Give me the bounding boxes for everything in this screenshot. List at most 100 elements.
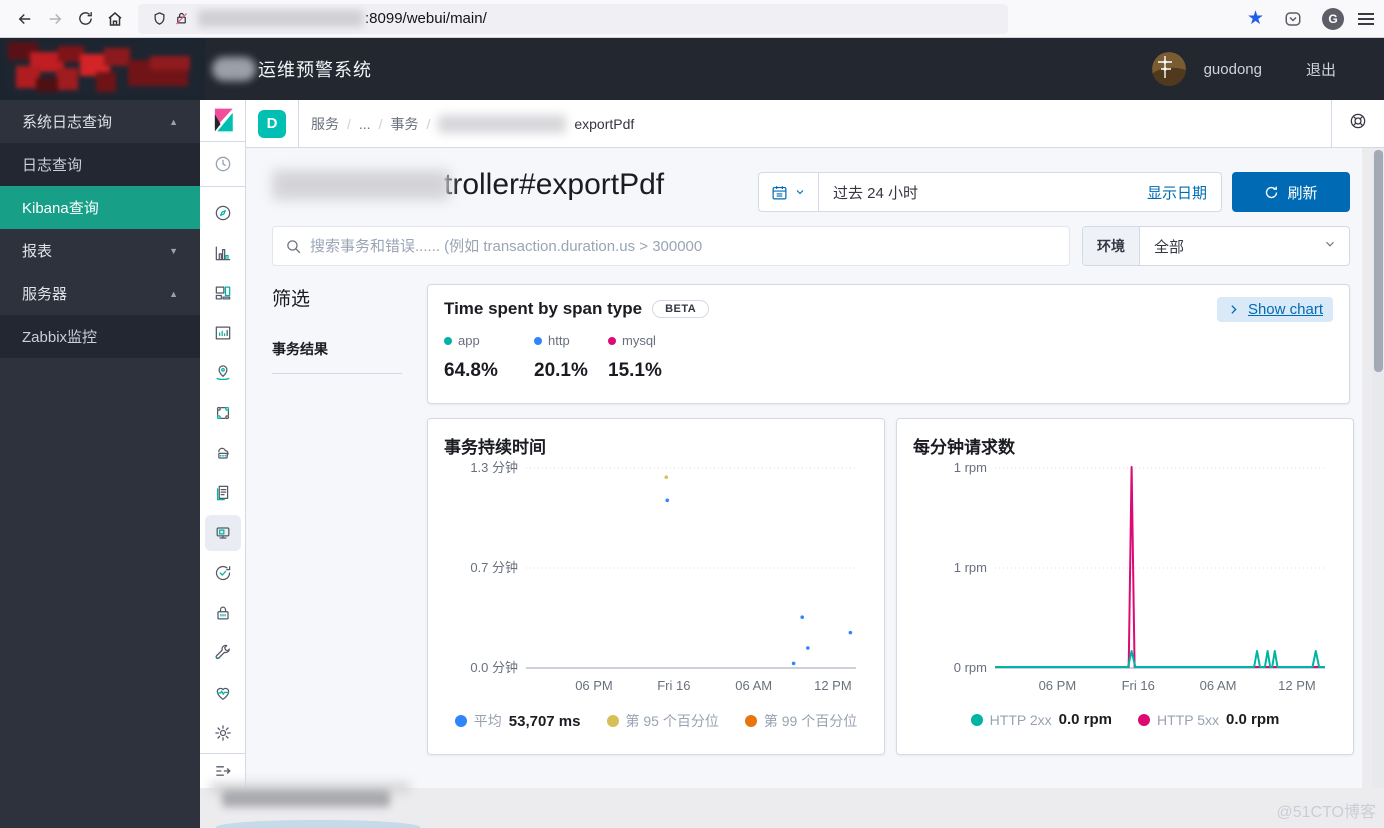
chevron-down-icon	[1323, 237, 1337, 256]
breadcrumb-item[interactable]: ...	[359, 116, 371, 132]
duration-chart-panel: 事务持续时间 1.3 分钟 0.7 分钟 0.0 分钟 06 PM Fri 16 06 A…	[427, 418, 885, 755]
sidebar-item-Kibana查询[interactable]: Kibana查询	[0, 186, 200, 229]
time-range-value: 过去 24 小时	[833, 184, 919, 202]
svg-text:Fri 16: Fri 16	[657, 678, 690, 693]
recently-viewed-icon[interactable]	[200, 142, 245, 188]
search-input[interactable]	[310, 237, 1057, 255]
breadcrumb-item[interactable]: 事务	[390, 114, 418, 134]
shield-icon[interactable]	[148, 4, 170, 34]
blurred-status-text	[222, 790, 390, 807]
svg-text:12 PM: 12 PM	[814, 678, 852, 693]
infrastructure-icon[interactable]	[205, 435, 241, 471]
legend-dot-icon	[1138, 713, 1150, 726]
svg-text:06 PM: 06 PM	[1039, 678, 1077, 693]
span-legend-item[interactable]: mysql	[608, 333, 698, 348]
duration-chart-title: 事务持续时间	[444, 438, 546, 457]
svg-text:0.7 分钟: 0.7 分钟	[470, 560, 518, 575]
machine-learning-icon[interactable]	[205, 395, 241, 431]
scrollbar[interactable]	[1372, 150, 1384, 788]
pocket-icon[interactable]	[1278, 4, 1308, 34]
logs-icon[interactable]	[205, 475, 241, 511]
svg-text:06 PM: 06 PM	[575, 678, 613, 693]
duration-chart-canvas[interactable]: 1.3 分钟 0.7 分钟 0.0 分钟 06 PM Fri 16 06 AM 12 PM	[444, 458, 868, 709]
blurred-host	[198, 10, 363, 27]
home-icon[interactable]	[100, 4, 130, 34]
browser-account-avatar[interactable]: G	[1322, 7, 1344, 30]
chart-legend-item[interactable]: 平均 53,707 ms	[454, 711, 581, 731]
chart-legend-item[interactable]: 第 99 个百分位	[744, 711, 857, 731]
maps-icon[interactable]	[205, 355, 241, 391]
compass-icon[interactable]	[205, 195, 241, 231]
sidebar-item-系统日志查询[interactable]: 系统日志查询 ▲	[0, 100, 200, 143]
rpm-chart-canvas[interactable]: 1 rpm 1 rpm 0 rpm 06 PM Fri 16 06 AM 12 PM	[913, 458, 1337, 709]
footer-strip: @51CTO博客	[200, 782, 1384, 828]
show-dates-link[interactable]: 显示日期	[1147, 182, 1221, 203]
uptime-icon[interactable]	[205, 555, 241, 591]
svg-text:06 AM: 06 AM	[1200, 678, 1237, 693]
breadcrumb-separator: /	[347, 115, 351, 132]
footer-shape	[216, 820, 420, 828]
url-text: :8099/webui/main/	[365, 10, 487, 27]
siem-icon[interactable]	[205, 595, 241, 631]
help-icon[interactable]	[1348, 111, 1368, 136]
user-avatar[interactable]	[1151, 52, 1186, 86]
breadcrumb-item[interactable]: 服务	[311, 114, 339, 134]
span-legend-item[interactable]: http	[534, 333, 608, 348]
sidebar-item-label: 日志查询	[22, 157, 83, 174]
legend-dot-icon	[970, 713, 983, 726]
svg-text:06 AM: 06 AM	[735, 678, 772, 693]
refresh-button[interactable]: 刷新	[1232, 172, 1350, 212]
browser-toolbar: :8099/webui/main/ ★ G	[0, 0, 1384, 38]
sidebar-item-Zabbix监控[interactable]: Zabbix监控	[0, 315, 200, 358]
blurred-title-prefix	[212, 57, 256, 81]
blurred-logo	[0, 38, 205, 100]
sidebar-item-日志查询[interactable]: 日志查询	[0, 143, 200, 186]
space-badge[interactable]: D	[258, 109, 286, 138]
kibana-logo-icon[interactable]	[200, 100, 245, 142]
divider	[1331, 99, 1332, 148]
sidebar-item-服务器[interactable]: 服务器 ▲	[0, 272, 200, 315]
time-picker[interactable]: 过去 24 小时 显示日期	[758, 172, 1222, 212]
url-bar[interactable]: :8099/webui/main/	[138, 3, 1008, 34]
dashboard-icon[interactable]	[205, 275, 241, 311]
legend-dot-icon	[606, 715, 619, 727]
app-title: 运维预警系统	[258, 60, 372, 80]
settings-icon[interactable]	[205, 715, 241, 751]
back-icon[interactable]	[10, 4, 40, 34]
chevron-up-icon: ▲	[169, 116, 178, 127]
legend-dot-icon	[534, 336, 542, 345]
sidebar-item-报表[interactable]: 报表 ▼	[0, 229, 200, 272]
filters-section-label: 事务结果	[272, 341, 328, 357]
dev-tools-icon[interactable]	[205, 635, 241, 671]
forward-icon[interactable]	[40, 4, 70, 34]
monitoring-icon[interactable]	[205, 675, 241, 711]
span-value-http: 20.1%	[534, 360, 588, 381]
calendar-icon[interactable]	[759, 173, 819, 211]
show-chart-link[interactable]: Show chart	[1216, 297, 1333, 322]
canvas-icon[interactable]	[205, 315, 241, 351]
chart-legend-item[interactable]: HTTP 2xx 0.0 rpm	[970, 711, 1112, 728]
divider	[298, 99, 299, 148]
sidebar-item-label: 系统日志查询	[22, 114, 113, 131]
chart-legend-item[interactable]: 第 95 个百分位	[606, 711, 719, 731]
insecure-lock-icon[interactable]	[170, 4, 192, 34]
filters-sidebar: 筛选 事务结果	[272, 284, 427, 755]
span-legend-item[interactable]: app	[444, 333, 534, 348]
chart-legend-item[interactable]: HTTP 5xx 0.0 rpm	[1138, 711, 1279, 728]
svg-text:12 PM: 12 PM	[1278, 678, 1316, 693]
divider	[272, 373, 402, 374]
bar-chart-icon[interactable]	[205, 235, 241, 271]
menu-icon[interactable]	[1358, 10, 1374, 28]
bookmark-star-icon[interactable]: ★	[1247, 7, 1264, 30]
legend-dot-icon	[744, 715, 757, 727]
chevron-down-icon	[796, 190, 804, 195]
user-name[interactable]: guodong	[1204, 61, 1262, 78]
reload-icon[interactable]	[70, 4, 100, 34]
svg-text:0 rpm: 0 rpm	[954, 660, 987, 675]
search-box[interactable]	[272, 226, 1070, 266]
apm-icon[interactable]	[204, 515, 241, 552]
svg-text:1 rpm: 1 rpm	[954, 460, 987, 475]
environment-select[interactable]: 环境 全部	[1082, 226, 1350, 266]
scrollbar-thumb[interactable]	[1373, 150, 1383, 372]
logout-link[interactable]: 退出	[1306, 59, 1336, 80]
